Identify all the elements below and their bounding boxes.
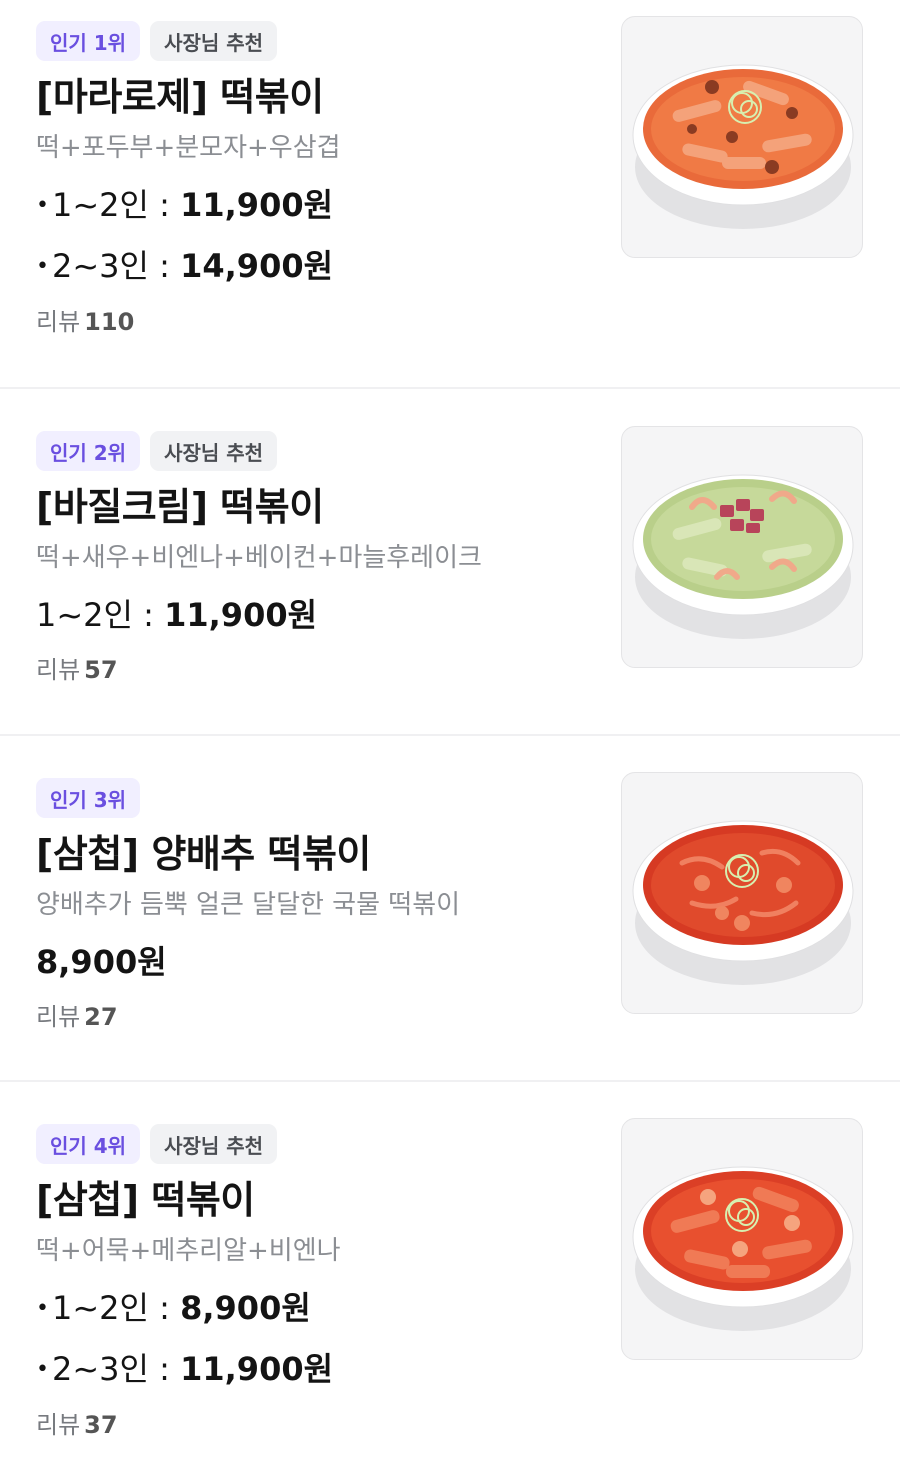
review-count: 리뷰 27 bbox=[36, 1002, 596, 1032]
review-label: 리뷰 bbox=[36, 656, 81, 684]
review-number: 37 bbox=[84, 1411, 118, 1439]
rank-badge: 인기 1위 bbox=[36, 21, 141, 61]
badge-group: 인기 4위 사장님 추천 bbox=[36, 1124, 596, 1164]
price-row: •2~3인 : 14,900원 bbox=[36, 246, 596, 287]
menu-image[interactable] bbox=[621, 1118, 863, 1360]
review-number: 57 bbox=[84, 656, 118, 684]
price-amount: 14,900원 bbox=[180, 247, 334, 285]
review-number: 27 bbox=[84, 1003, 118, 1031]
menu-item[interactable]: 인기 3위 [삼첩] 양배추 떡볶이 양배추가 듬뿍 얼큰 달달한 국물 떡볶이… bbox=[0, 736, 900, 1082]
menu-item-info: 인기 1위 사장님 추천 [마라로제] 떡볶이 떡+포두부+분모자+우삼겹 •1… bbox=[36, 21, 596, 337]
menu-item-info: 인기 2위 사장님 추천 [바질크림] 떡볶이 떡+새우+비엔나+베이컨+마늘후… bbox=[36, 431, 596, 685]
price-amount: 8,900원 bbox=[180, 1289, 311, 1327]
price-list: 1~2인 : 11,900원 bbox=[36, 595, 596, 635]
bullet: • bbox=[36, 254, 49, 279]
menu-description: 양배추가 듬뿍 얼큰 달달한 국물 떡볶이 bbox=[36, 890, 461, 920]
menu-item-info: 인기 3위 [삼첩] 양배추 떡볶이 양배추가 듬뿍 얼큰 달달한 국물 떡볶이… bbox=[36, 778, 596, 1032]
badge-group: 인기 3위 bbox=[36, 778, 596, 818]
menu-title: [마라로제] 떡볶이 bbox=[36, 75, 324, 119]
menu-item[interactable]: 인기 1위 사장님 추천 [마라로제] 떡볶이 떡+포두부+분모자+우삼겹 •1… bbox=[0, 0, 900, 389]
price-amount: 11,900원 bbox=[164, 596, 318, 634]
review-number: 110 bbox=[84, 308, 135, 336]
menu-title: [삼첩] 떡볶이 bbox=[36, 1178, 255, 1222]
price-row: •1~2인 : 8,900원 bbox=[36, 1288, 596, 1329]
menu-item[interactable]: 인기 4위 사장님 추천 [삼첩] 떡볶이 떡+어묵+메추리알+비엔나 •1~2… bbox=[0, 1082, 900, 1457]
menu-description: 떡+어묵+메추리알+비엔나 bbox=[36, 1236, 341, 1266]
menu-description: 떡+포두부+분모자+우삼겹 bbox=[36, 133, 341, 163]
price-label: 2~3인 : bbox=[52, 247, 181, 285]
cabbage-tteokbokki-bowl-icon bbox=[632, 820, 854, 985]
menu-list: 인기 1위 사장님 추천 [마라로제] 떡볶이 떡+포두부+분모자+우삼겹 •1… bbox=[0, 0, 900, 1457]
review-count: 리뷰 57 bbox=[36, 655, 596, 685]
bullet: • bbox=[36, 1296, 49, 1321]
owner-recommend-badge: 사장님 추천 bbox=[150, 1124, 278, 1164]
price-row: 1~2인 : 11,900원 bbox=[36, 595, 596, 635]
price-label: 1~2인 : bbox=[52, 1289, 181, 1327]
basil-cream-tteokbokki-bowl-icon bbox=[632, 474, 854, 639]
menu-title: [삼첩] 양배추 떡볶이 bbox=[36, 832, 371, 876]
mala-rose-tteokbokki-bowl-icon bbox=[632, 64, 854, 229]
price-list: •1~2인 : 8,900원 •2~3인 : 11,900원 bbox=[36, 1288, 596, 1390]
menu-image[interactable] bbox=[621, 772, 863, 1014]
review-label: 리뷰 bbox=[36, 308, 81, 336]
menu-item[interactable]: 인기 2위 사장님 추천 [바질크림] 떡볶이 떡+새우+비엔나+베이컨+마늘후… bbox=[0, 389, 900, 736]
badge-group: 인기 1위 사장님 추천 bbox=[36, 21, 596, 61]
price-list: 8,900원 bbox=[36, 942, 596, 982]
menu-item-info: 인기 4위 사장님 추천 [삼첩] 떡볶이 떡+어묵+메추리알+비엔나 •1~2… bbox=[36, 1124, 596, 1440]
review-label: 리뷰 bbox=[36, 1003, 81, 1031]
bullet: • bbox=[36, 1357, 49, 1382]
price-row: 8,900원 bbox=[36, 942, 596, 982]
price-amount: 8,900원 bbox=[36, 943, 167, 981]
price-label: 1~2인 : bbox=[52, 186, 181, 224]
rank-badge: 인기 3위 bbox=[36, 778, 141, 818]
price-list: •1~2인 : 11,900원 •2~3인 : 14,900원 bbox=[36, 185, 596, 287]
price-row: •2~3인 : 11,900원 bbox=[36, 1349, 596, 1390]
menu-image[interactable] bbox=[621, 16, 863, 258]
review-count: 리뷰 37 bbox=[36, 1410, 596, 1440]
review-label: 리뷰 bbox=[36, 1411, 81, 1439]
badge-group: 인기 2위 사장님 추천 bbox=[36, 431, 596, 471]
review-count: 리뷰 110 bbox=[36, 307, 596, 337]
price-label: 2~3인 : bbox=[52, 1350, 181, 1388]
rank-badge: 인기 4위 bbox=[36, 1124, 141, 1164]
menu-description: 떡+새우+비엔나+베이컨+마늘후레이크 bbox=[36, 543, 482, 573]
price-amount: 11,900원 bbox=[180, 186, 334, 224]
rank-badge: 인기 2위 bbox=[36, 431, 141, 471]
price-amount: 11,900원 bbox=[180, 1350, 334, 1388]
menu-image[interactable] bbox=[621, 426, 863, 668]
price-label: 1~2인 : bbox=[36, 596, 165, 634]
owner-recommend-badge: 사장님 추천 bbox=[150, 21, 278, 61]
samcheop-tteokbokki-bowl-icon bbox=[632, 1166, 854, 1331]
bullet: • bbox=[36, 193, 49, 218]
price-row: •1~2인 : 11,900원 bbox=[36, 185, 596, 226]
menu-title: [바질크림] 떡볶이 bbox=[36, 485, 324, 529]
owner-recommend-badge: 사장님 추천 bbox=[150, 431, 278, 471]
